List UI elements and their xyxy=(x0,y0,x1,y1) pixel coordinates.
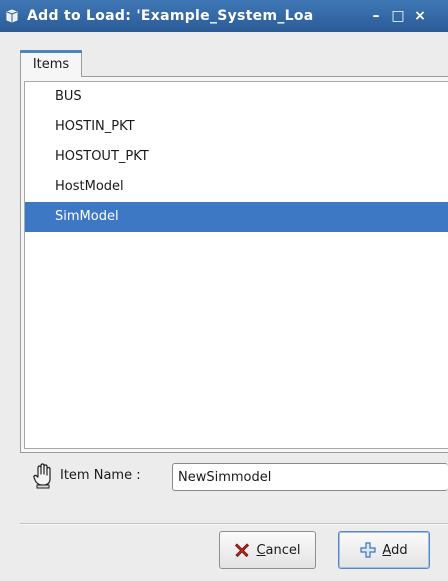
hand-icon xyxy=(31,462,55,490)
list-item-bus[interactable]: BUS xyxy=(25,82,448,112)
tab-items-label: Items xyxy=(32,56,70,72)
cancel-button[interactable]: Cancel xyxy=(219,531,316,569)
list-item-hostin-pkt[interactable]: HOSTIN_PKT xyxy=(25,112,448,142)
list-item-label: SimModel xyxy=(55,209,119,224)
plus-icon xyxy=(360,542,377,558)
add-mnemonic: A xyxy=(382,542,392,558)
cancel-mnemonic: C xyxy=(256,542,266,558)
add-label: Add xyxy=(382,543,407,558)
add-label-rest: dd xyxy=(391,542,408,558)
minimize-button[interactable]: – xyxy=(368,8,384,24)
window-title: Add to Load: 'Example_System_Loa xyxy=(27,8,314,24)
items-list[interactable]: BUS HOSTIN_PKT HOSTOUT_PKT HostModel Sim… xyxy=(24,81,448,449)
add-button[interactable]: Add xyxy=(338,531,430,569)
maximize-button[interactable]: □ xyxy=(390,8,406,24)
cancel-label: Cancel xyxy=(256,543,300,558)
list-item-simmodel[interactable]: SimModel xyxy=(25,202,448,232)
close-button[interactable]: × xyxy=(412,8,428,24)
x-icon xyxy=(234,542,250,558)
list-item-label: HostModel xyxy=(55,179,124,194)
separator xyxy=(20,523,448,525)
title-bar: Add to Load: 'Example_System_Loa – □ × xyxy=(0,0,448,32)
item-name-row: Item Name : xyxy=(0,462,448,494)
list-item-label: HOSTOUT_PKT xyxy=(55,149,149,164)
app-icon xyxy=(3,7,21,25)
item-name-label: Item Name : xyxy=(60,468,141,483)
list-item-label: HOSTIN_PKT xyxy=(55,119,135,134)
list-item-hostout-pkt[interactable]: HOSTOUT_PKT xyxy=(25,142,448,172)
tab-items[interactable]: Items xyxy=(20,50,82,77)
item-name-input[interactable] xyxy=(172,463,448,491)
cancel-label-rest: ancel xyxy=(265,542,301,558)
list-item-hostmodel[interactable]: HostModel xyxy=(25,172,448,202)
list-item-label: BUS xyxy=(55,89,82,104)
